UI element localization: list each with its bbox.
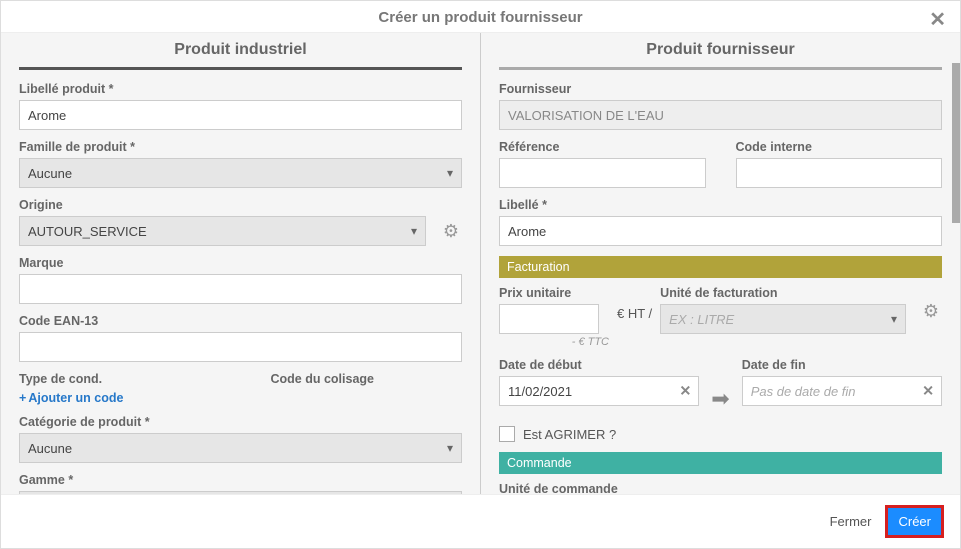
input-date-debut[interactable] bbox=[499, 376, 699, 406]
add-code-link[interactable]: +Ajouter un code bbox=[19, 391, 123, 405]
clear-icon[interactable]: ✕ bbox=[680, 383, 692, 400]
label-marque: Marque bbox=[19, 256, 462, 270]
row-dates: Date de début ✕ ➡ Date de fin ✕ bbox=[499, 358, 942, 416]
label-ean: Code EAN-13 bbox=[19, 314, 462, 328]
modal-title: Créer un produit fournisseur bbox=[378, 9, 582, 26]
panel-industrial-product: Produit industriel Libellé produit * Fam… bbox=[1, 33, 481, 494]
label-reference: Référence bbox=[499, 140, 706, 154]
field-date-debut: Date de début ✕ bbox=[499, 358, 699, 406]
row-ref-code: Référence Code interne bbox=[499, 140, 942, 198]
input-prix-unitaire[interactable] bbox=[499, 304, 599, 334]
panel-title-right: Produit fournisseur bbox=[499, 33, 942, 70]
input-reference[interactable] bbox=[499, 158, 706, 188]
label-prix-unitaire: Prix unitaire bbox=[499, 286, 609, 300]
label-categorie: Catégorie de produit * bbox=[19, 415, 462, 429]
modal-dialog: Créer un produit fournisseur ✕ Produit i… bbox=[0, 0, 961, 549]
field-prix-unitaire: Prix unitaire - € TTC bbox=[499, 286, 609, 348]
scrollbar-thumb[interactable] bbox=[952, 63, 960, 223]
label-agrimer: Est AGRIMER ? bbox=[523, 427, 616, 442]
field-libelle-supplier: Libellé * bbox=[499, 198, 942, 246]
chevron-down-icon: ▾ bbox=[411, 224, 417, 238]
section-facturation: Facturation bbox=[499, 256, 942, 278]
input-date-fin[interactable] bbox=[742, 376, 942, 406]
label-famille-produit: Famille de produit * bbox=[19, 140, 462, 154]
label-code-interne: Code interne bbox=[736, 140, 943, 154]
input-fournisseur bbox=[499, 100, 942, 130]
chevron-down-icon: ▾ bbox=[891, 312, 897, 326]
select-unite-facturation[interactable]: EX : LITRE ▾ bbox=[660, 304, 906, 334]
label-fournisseur: Fournisseur bbox=[499, 82, 942, 96]
row-agrimer: Est AGRIMER ? bbox=[499, 426, 942, 442]
label-libelle-supplier: Libellé * bbox=[499, 198, 942, 212]
input-code-interne[interactable] bbox=[736, 158, 943, 188]
label-type-cond: Type de cond. bbox=[19, 372, 211, 386]
field-unite-commande: Unité de commande bbox=[499, 482, 942, 494]
field-unite-facturation: Unité de facturation EX : LITRE ▾ bbox=[660, 286, 906, 348]
label-unite-facturation: Unité de facturation bbox=[660, 286, 906, 300]
clear-icon[interactable]: ✕ bbox=[922, 383, 934, 400]
gear-icon[interactable]: ⚙ bbox=[920, 300, 942, 322]
field-categorie: Catégorie de produit * Aucune ▾ bbox=[19, 415, 462, 463]
modal-footer: Fermer Créer bbox=[1, 494, 960, 548]
modal-header: Créer un produit fournisseur ✕ bbox=[1, 1, 960, 33]
hint-ttc: - € TTC bbox=[499, 336, 609, 348]
label-origine: Origine bbox=[19, 198, 462, 212]
chevron-down-icon: ▾ bbox=[447, 441, 453, 455]
select-origine[interactable]: AUTOUR_SERVICE ▾ bbox=[19, 216, 426, 246]
cancel-button[interactable]: Fermer bbox=[830, 514, 872, 529]
input-libelle-supplier[interactable] bbox=[499, 216, 942, 246]
add-code-text: Ajouter un code bbox=[28, 391, 123, 405]
modal-body: Produit industriel Libellé produit * Fam… bbox=[1, 33, 960, 494]
input-ean[interactable] bbox=[19, 332, 462, 362]
field-fournisseur: Fournisseur bbox=[499, 82, 942, 130]
field-marque: Marque bbox=[19, 256, 462, 304]
field-libelle-produit: Libellé produit * bbox=[19, 82, 462, 130]
field-type-cond: Type de cond. +Ajouter un code bbox=[19, 372, 211, 405]
row-type-colisage: Type de cond. +Ajouter un code Code du c… bbox=[19, 372, 462, 415]
panel-title-left: Produit industriel bbox=[19, 33, 462, 70]
input-libelle-produit[interactable] bbox=[19, 100, 462, 130]
field-reference: Référence bbox=[499, 140, 706, 188]
select-famille-value: Aucune bbox=[28, 166, 72, 181]
label-unite-commande: Unité de commande bbox=[499, 482, 942, 494]
text-ht: € HT / bbox=[617, 306, 652, 321]
select-unite-placeholder: EX : LITRE bbox=[669, 312, 734, 327]
plus-icon: + bbox=[19, 391, 26, 405]
select-famille-produit[interactable]: Aucune ▾ bbox=[19, 158, 462, 188]
field-origine: Origine AUTOUR_SERVICE ▾ ⚙ bbox=[19, 198, 462, 246]
checkbox-agrimer[interactable] bbox=[499, 426, 515, 442]
field-date-fin: Date de fin ✕ bbox=[742, 358, 942, 406]
field-ean: Code EAN-13 bbox=[19, 314, 462, 362]
section-commande: Commande bbox=[499, 452, 942, 474]
select-categorie-value: Aucune bbox=[28, 441, 72, 456]
field-famille-produit: Famille de produit * Aucune ▾ bbox=[19, 140, 462, 188]
arrow-right-icon: ➡ bbox=[711, 386, 729, 412]
input-marque[interactable] bbox=[19, 274, 462, 304]
gear-icon[interactable]: ⚙ bbox=[440, 220, 462, 242]
label-colisage: Code du colisage bbox=[271, 372, 463, 386]
field-gamme: Gamme * unknown ▾ bbox=[19, 473, 462, 494]
label-libelle-produit: Libellé produit * bbox=[19, 82, 462, 96]
select-gamme[interactable]: unknown ▾ bbox=[19, 491, 462, 494]
label-date-debut: Date de début bbox=[499, 358, 699, 372]
field-code-interne: Code interne bbox=[736, 140, 943, 188]
select-origine-value: AUTOUR_SERVICE bbox=[28, 224, 147, 239]
field-colisage: Code du colisage bbox=[271, 372, 463, 405]
chevron-down-icon: ▾ bbox=[447, 166, 453, 180]
close-icon[interactable]: ✕ bbox=[929, 7, 946, 32]
panel-supplier-product: Produit fournisseur Fournisseur Référenc… bbox=[481, 33, 960, 494]
label-gamme: Gamme * bbox=[19, 473, 462, 487]
select-categorie[interactable]: Aucune ▾ bbox=[19, 433, 462, 463]
create-button[interactable]: Créer bbox=[885, 505, 944, 538]
label-date-fin: Date de fin bbox=[742, 358, 942, 372]
row-prix-unite: Prix unitaire - € TTC € HT / Unité de fa… bbox=[499, 286, 942, 358]
